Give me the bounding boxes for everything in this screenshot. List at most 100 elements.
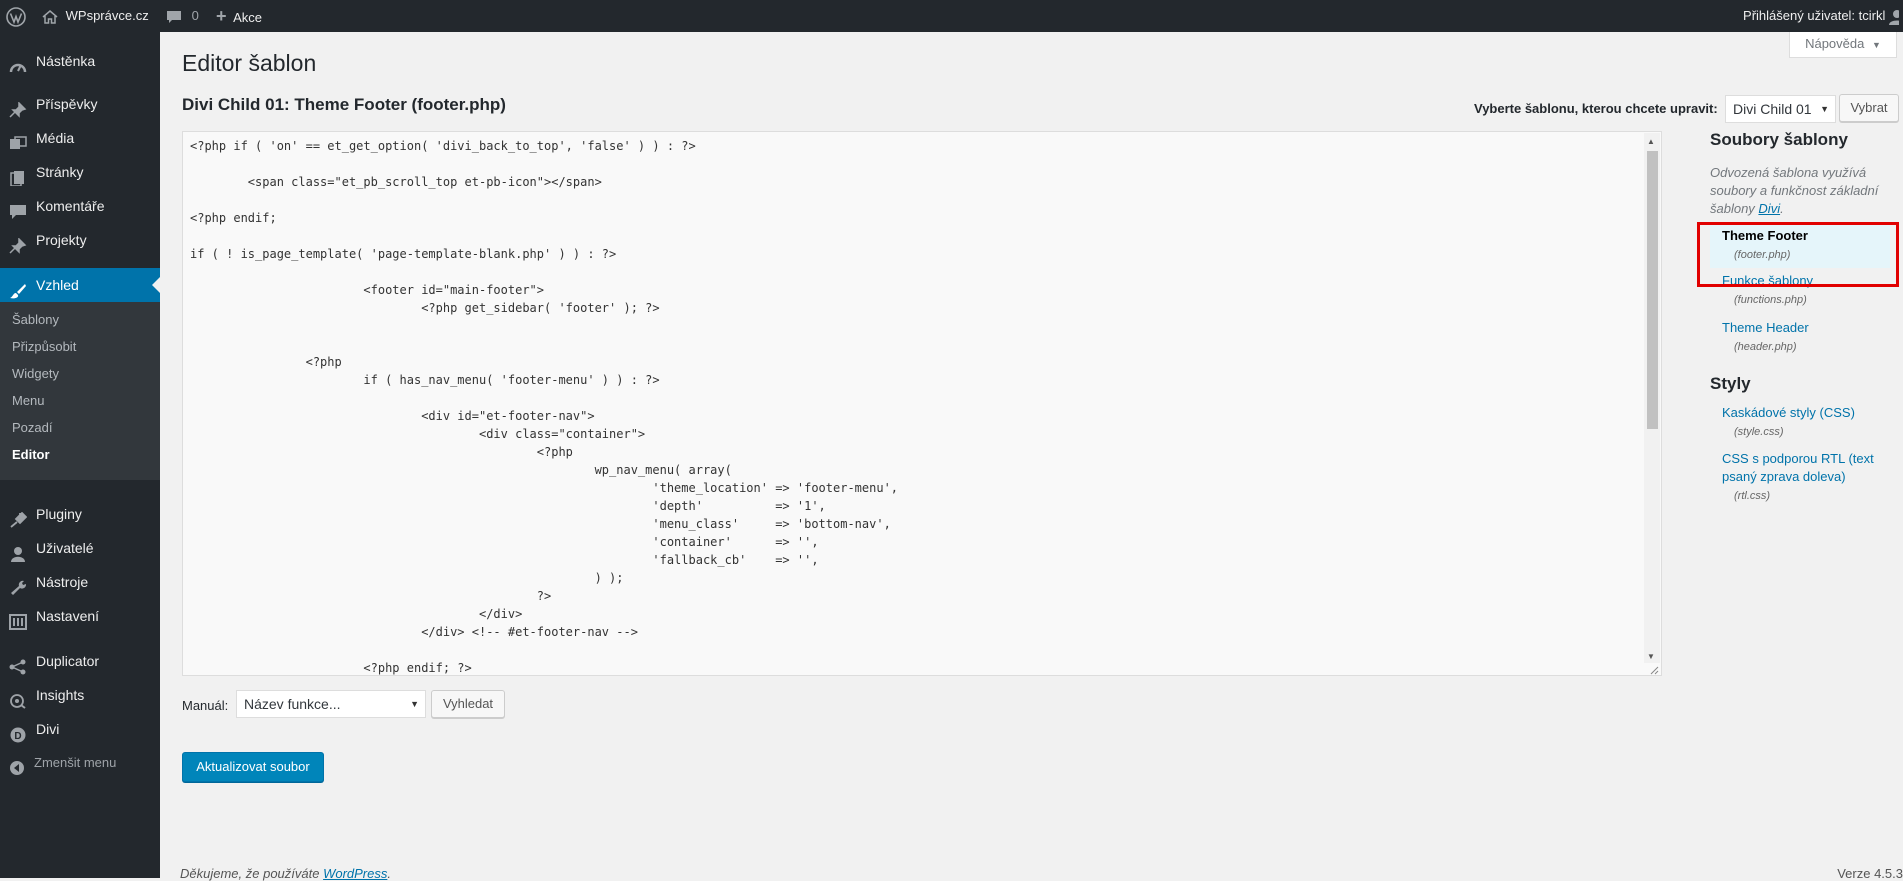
sidebar-item-label: Nástěnka xyxy=(36,53,96,69)
file-item-filename: (functions.php) xyxy=(1734,294,1807,306)
brush-icon xyxy=(9,277,27,299)
file-item-header[interactable]: Theme Header (header.php) xyxy=(1710,319,1890,359)
user-icon xyxy=(9,540,27,562)
submenu-item-menus[interactable]: Menu xyxy=(12,393,45,408)
update-file-button[interactable]: Aktualizovat soubor xyxy=(182,752,324,782)
admin-bar: WPsprávce.cz 0 + Akce Přihlášený uživate… xyxy=(0,0,1903,32)
file-item-name: Kaskádové styly (CSS) xyxy=(1722,405,1855,420)
plus-icon: + xyxy=(216,6,227,26)
site-home-link[interactable]: WPsprávce.cz xyxy=(42,0,149,32)
media-icon xyxy=(9,130,27,149)
new-label: Akce xyxy=(233,10,263,25)
sidebar-item-label: Pluginy xyxy=(36,506,82,522)
sidebar-item-media[interactable]: Média xyxy=(0,121,160,155)
sidebar-item-label: Uživatelé xyxy=(36,540,94,556)
submenu-item-themes[interactable]: Šablony xyxy=(12,312,59,327)
file-item-filename: (rtl.css) xyxy=(1734,490,1771,502)
theme-select-value: Divi Child 01 xyxy=(1733,101,1812,117)
code-editor-content[interactable]: <?php if ( 'on' == et_get_option( 'divi_… xyxy=(183,132,1661,675)
code-editor[interactable]: <?php if ( 'on' == et_get_option( 'divi_… xyxy=(182,131,1662,676)
plug-icon xyxy=(9,506,28,528)
sidebar-item-label: Média xyxy=(36,130,75,146)
submenu-item-background[interactable]: Pozadí xyxy=(12,420,52,435)
sidebar-item-label: Insights xyxy=(36,687,85,703)
home-icon xyxy=(42,8,58,24)
file-item-filename: (header.php) xyxy=(1734,341,1797,353)
appearance-submenu: Šablony Přizpůsobit Widgety Menu Pozadí … xyxy=(0,302,160,480)
scroll-up-icon[interactable]: ▲ xyxy=(1647,137,1655,146)
sidebar-item-posts[interactable]: Příspěvky xyxy=(0,87,160,121)
file-item-name: Theme Header xyxy=(1722,320,1809,335)
sidebar-item-label: Příspěvky xyxy=(36,96,98,112)
sidebar-item-insights[interactable]: Insights xyxy=(0,678,160,712)
sidebar-item-duplicator[interactable]: Duplicator xyxy=(0,644,160,678)
new-content-link[interactable]: + Akce xyxy=(216,0,262,32)
avatar-icon xyxy=(1889,1,1899,33)
user-account-link[interactable]: Přihlášený uživatel: tcirkl xyxy=(1743,0,1899,32)
sidebar-item-label: Duplicator xyxy=(36,653,100,669)
sidebar-item-label: Vzhled xyxy=(36,277,79,293)
pages-icon xyxy=(9,164,27,187)
sidebar-item-projects[interactable]: Projekty xyxy=(0,223,160,257)
lookup-button[interactable]: Vyhledat xyxy=(431,690,505,718)
page-title: Editor šablon xyxy=(182,50,317,76)
sidebar-item-users[interactable]: Uživatelé xyxy=(0,531,160,565)
function-name-select[interactable]: Název funkce... ▼ xyxy=(236,690,426,718)
submenu-item-widgets[interactable]: Widgety xyxy=(12,366,59,381)
sidebar-item-label: Nástroje xyxy=(36,574,89,590)
sidebar-item-tools[interactable]: Nástroje xyxy=(0,565,160,599)
collapse-menu-label: Zmenšit menu xyxy=(34,755,117,770)
comment-icon xyxy=(166,8,182,23)
collapse-menu-button[interactable]: Zmenšit menu xyxy=(0,746,160,780)
dashboard-icon xyxy=(9,53,27,73)
theme-select-label: Vyberte šablonu, kterou chcete upravit: xyxy=(1474,101,1718,116)
footer-thanks: Děkujeme, že používáte WordPress. xyxy=(180,866,391,881)
sidebar-item-label: Divi xyxy=(36,721,60,737)
highlight-box xyxy=(1697,222,1899,287)
comments-link[interactable]: 0 xyxy=(166,0,199,32)
sidebar-item-appearance[interactable]: Vzhled xyxy=(0,268,160,302)
sidebar-item-comments[interactable]: Komentáře xyxy=(0,189,160,223)
insights-icon xyxy=(9,687,27,709)
sidebar-item-plugins[interactable]: Pluginy xyxy=(0,497,160,531)
wordpress-logo-icon[interactable] xyxy=(6,0,26,32)
sidebar-item-label: Komentáře xyxy=(36,198,105,214)
footer-version: Verze 4.5.3 xyxy=(1837,866,1903,881)
sidebar-item-label: Stránky xyxy=(36,164,84,180)
collapse-icon xyxy=(9,755,27,775)
pin-icon xyxy=(9,232,27,254)
styles-title: Styly xyxy=(1710,374,1751,393)
admin-sidebar: Nástěnka Příspěvky Média Stránky Komentá… xyxy=(0,32,160,878)
sidebar-item-divi[interactable]: D Divi xyxy=(0,712,160,746)
sidebar-item-settings[interactable]: Nastavení xyxy=(0,599,160,633)
current-menu-arrow xyxy=(152,277,160,293)
submenu-item-customize[interactable]: Přizpůsobit xyxy=(12,339,76,354)
sidebar-item-pages[interactable]: Stránky xyxy=(0,155,160,189)
manual-label: Manuál: xyxy=(182,698,229,713)
comment-icon xyxy=(9,198,27,219)
main-content: Nápověda ▼ Editor šablon Divi Child 01: … xyxy=(160,32,1903,881)
submenu-item-editor[interactable]: Editor xyxy=(12,447,50,462)
parent-theme-link[interactable]: Divi xyxy=(1758,201,1780,216)
scroll-down-icon[interactable]: ▼ xyxy=(1647,652,1655,661)
file-title: Divi Child 01: Theme Footer (footer.php) xyxy=(182,95,506,114)
select-theme-button[interactable]: Vybrat xyxy=(1839,94,1899,122)
scrollbar-thumb[interactable] xyxy=(1647,151,1658,429)
file-item-rtl-css[interactable]: CSS s podporou RTL (text psaný zprava do… xyxy=(1710,450,1890,510)
user-greeting: Přihlášený uživatel: tcirkl xyxy=(1743,8,1886,23)
sidebar-item-dashboard[interactable]: Nástěnka xyxy=(0,44,160,78)
triangle-down-icon: ▼ xyxy=(1871,40,1881,50)
template-files-title: Soubory šablony xyxy=(1710,130,1848,149)
child-theme-description: Odvozená šablona využívá soubory a funkč… xyxy=(1710,165,1879,216)
comments-count: 0 xyxy=(191,8,199,23)
wordpress-link[interactable]: WordPress xyxy=(323,866,387,881)
triangle-down-icon: ▼ xyxy=(410,699,419,709)
theme-select[interactable]: Divi Child 01 ▼ xyxy=(1725,95,1836,123)
function-name-value: Název funkce... xyxy=(244,696,341,712)
resize-grip-icon[interactable] xyxy=(1649,663,1659,675)
sidebar-item-label: Nastavení xyxy=(36,608,100,624)
file-item-style-css[interactable]: Kaskádové styly (CSS) (style.css) xyxy=(1710,404,1890,444)
share-icon xyxy=(9,653,27,675)
help-tab-button[interactable]: Nápověda ▼ xyxy=(1789,32,1897,58)
editor-scrollbar[interactable]: ▲ ▼ xyxy=(1644,133,1660,663)
